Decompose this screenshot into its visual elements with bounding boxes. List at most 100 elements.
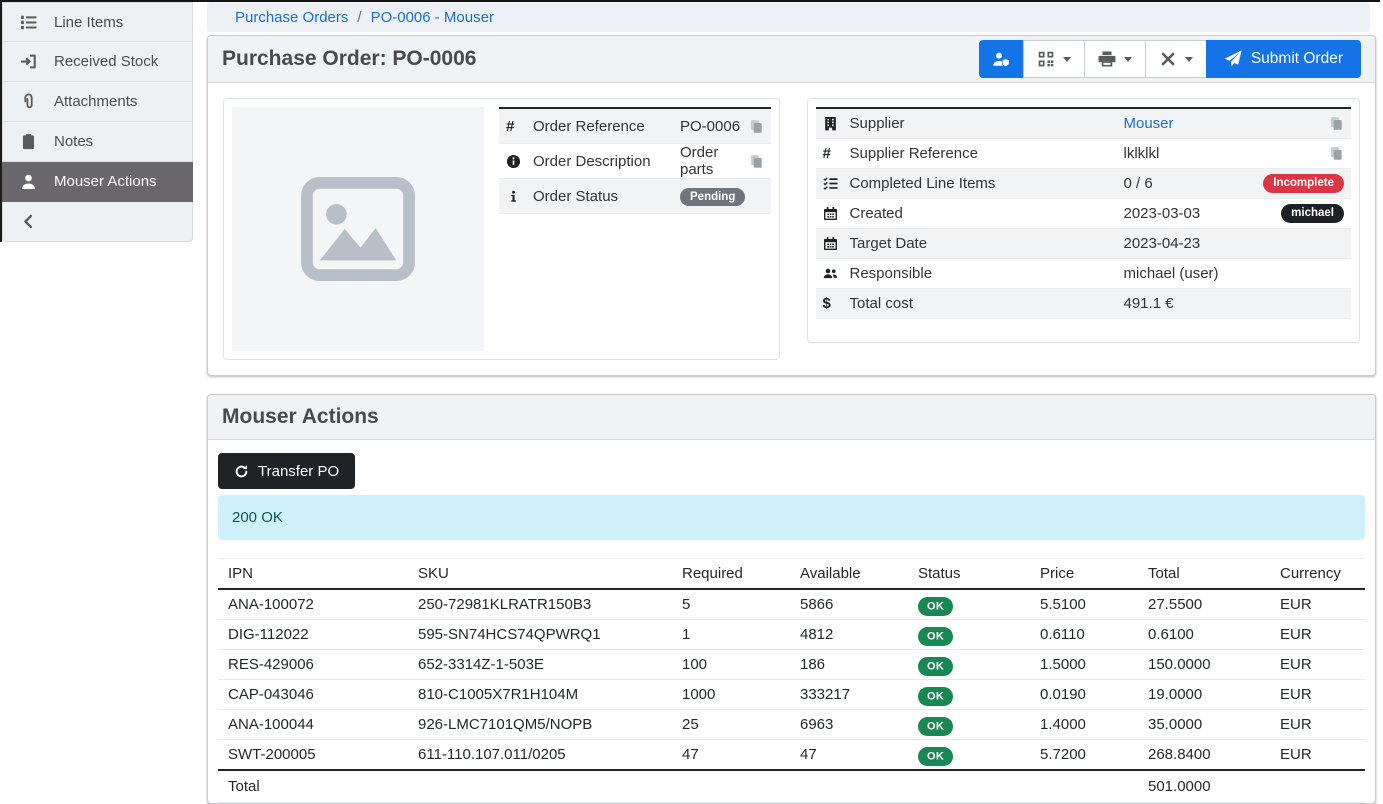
copy-icon[interactable] <box>749 119 764 134</box>
cell-price: 1.5000 <box>1030 650 1138 680</box>
table-row: ANA-100072 250-72981KLRATR150B3 5 5866 O… <box>218 589 1365 620</box>
chevron-down-icon <box>1185 57 1193 62</box>
cell-ipn: SWT-200005 <box>218 740 408 771</box>
cell-total: 35.0000 <box>1138 710 1270 740</box>
line-items-table: IPN SKU Required Available Status Price … <box>218 558 1365 803</box>
table-row: SWT-200005 611-110.107.011/0205 47 47 OK… <box>218 740 1365 771</box>
qrcode-icon <box>1037 50 1055 68</box>
mouser-actions-header: Mouser Actions <box>208 395 1375 440</box>
sidebar-item-label: Attachments <box>54 93 137 110</box>
detail-label: Created <box>850 205 1124 222</box>
detail-value: Pending <box>680 187 764 205</box>
options-menu-button[interactable] <box>1145 40 1207 78</box>
cell-sku: 250-72981KLRATR150B3 <box>408 589 672 620</box>
cell-total: 19.0000 <box>1138 680 1270 710</box>
sidebar: Line Items Received Stock Attachments No… <box>0 2 193 242</box>
cell-status: OK <box>908 650 1030 680</box>
column-header-total: Total <box>1138 559 1270 590</box>
detail-row-responsible: Responsible michael (user) <box>816 259 1352 289</box>
submit-order-button[interactable]: Submit Order <box>1206 40 1361 78</box>
ordered-list-icon <box>18 14 38 31</box>
sidebar-item-line-items[interactable]: Line Items <box>2 2 193 42</box>
ok-badge: OK <box>918 597 953 616</box>
cell-ipn: ANA-100072 <box>218 589 408 620</box>
print-menu-button[interactable] <box>1084 40 1146 78</box>
user-roles-button[interactable] <box>979 40 1024 78</box>
table-header-row: IPN SKU Required Available Status Price … <box>218 559 1365 590</box>
cell-currency: EUR <box>1270 620 1365 650</box>
breadcrumb-current-order[interactable]: PO-0006 - Mouser <box>371 9 494 26</box>
cell-total: 0.6100 <box>1138 620 1270 650</box>
barcode-menu-button[interactable] <box>1023 40 1085 78</box>
chevron-down-icon <box>1124 57 1132 62</box>
ok-badge: OK <box>918 627 953 646</box>
copy-icon[interactable] <box>749 154 764 169</box>
sidebar-item-notes[interactable]: Notes <box>2 122 193 162</box>
detail-label: Order Status <box>533 188 680 205</box>
cell-available: 186 <box>790 650 908 680</box>
cell-ipn: CAP-043046 <box>218 680 408 710</box>
cell-sku: 611-110.107.011/0205 <box>408 740 672 771</box>
table-row: CAP-043046 810-C1005X7R1H104M 1000 33321… <box>218 680 1365 710</box>
cell-required: 1 <box>672 620 790 650</box>
cell-total: 268.8400 <box>1138 740 1270 771</box>
cell-currency: EUR <box>1270 589 1365 620</box>
footer-total-value: 501.0000 <box>1138 770 1270 803</box>
cell-price: 5.7200 <box>1030 740 1138 771</box>
detail-label: Total cost <box>850 295 1124 312</box>
cell-available: 5866 <box>790 589 908 620</box>
detail-row-total-cost: $ Total cost 491.1 € <box>816 289 1352 319</box>
mouser-actions-title: Mouser Actions <box>222 405 379 429</box>
cell-required: 25 <box>672 710 790 740</box>
detail-value: Mouser <box>1124 115 1330 132</box>
cell-currency: EUR <box>1270 740 1365 771</box>
detail-label: Order Description <box>533 153 680 170</box>
transfer-po-button[interactable]: Transfer PO <box>218 453 355 489</box>
refresh-icon <box>234 464 249 479</box>
order-toolbar: Submit Order <box>979 40 1361 78</box>
detail-label: Supplier <box>850 115 1124 132</box>
detail-row-order-status: Order Status Pending <box>499 179 771 214</box>
supplier-link[interactable]: Mouser <box>1124 115 1174 132</box>
detail-label: Responsible <box>850 265 1124 282</box>
column-header-available: Available <box>790 559 908 590</box>
copy-icon[interactable] <box>1329 146 1344 161</box>
cell-total: 150.0000 <box>1138 650 1270 680</box>
order-details-table: # Order Reference PO-0006 Order Descript… <box>499 107 771 351</box>
sidebar-item-label: Notes <box>54 133 93 150</box>
page-title: Purchase Order: PO-0006 <box>222 47 476 71</box>
cell-status: OK <box>908 620 1030 650</box>
detail-value: 2023-04-23 <box>1124 235 1345 252</box>
breadcrumb-link-purchase-orders[interactable]: Purchase Orders <box>235 9 348 26</box>
cell-currency: EUR <box>1270 710 1365 740</box>
cell-total: 27.5500 <box>1138 589 1270 620</box>
detail-row-created: Created 2023-03-03 michael <box>816 199 1352 229</box>
table-row: DIG-112022 595-SN74HCS74QPWRQ1 1 4812 OK… <box>218 620 1365 650</box>
paper-plane-icon <box>1224 50 1242 68</box>
cell-status: OK <box>908 589 1030 620</box>
cell-price: 5.5100 <box>1030 589 1138 620</box>
sidebar-item-received-stock[interactable]: Received Stock <box>2 42 193 82</box>
users-icon <box>823 266 850 281</box>
sign-in-icon <box>18 53 38 70</box>
cell-currency: EUR <box>1270 680 1365 710</box>
status-alert: 200 OK <box>218 495 1365 540</box>
cell-sku: 926-LMC7101QM5/NOPB <box>408 710 672 740</box>
tools-icon <box>1159 50 1177 68</box>
sidebar-item-attachments[interactable]: Attachments <box>2 82 193 122</box>
order-image-placeholder[interactable] <box>232 107 484 351</box>
detail-label: Order Reference <box>533 118 680 135</box>
detail-value: PO-0006 <box>680 118 749 135</box>
ok-badge: OK <box>918 717 953 736</box>
mouser-actions-body: Transfer PO 200 OK IPN SKU Required Avai… <box>208 440 1375 803</box>
user-badge: michael <box>1281 204 1344 224</box>
detail-value: 0 / 6 <box>1124 175 1264 192</box>
sidebar-collapse-button[interactable] <box>2 202 193 242</box>
footer-total-label: Total <box>218 770 408 803</box>
breadcrumb-separator: / <box>357 9 361 26</box>
cell-sku: 810-C1005X7R1H104M <box>408 680 672 710</box>
copy-icon[interactable] <box>1329 116 1344 131</box>
detail-row-supplier: Supplier Mouser <box>816 109 1352 139</box>
table-row: RES-429006 652-3314Z-1-503E 100 186 OK 1… <box>218 650 1365 680</box>
sidebar-item-mouser-actions[interactable]: Mouser Actions <box>2 162 193 202</box>
